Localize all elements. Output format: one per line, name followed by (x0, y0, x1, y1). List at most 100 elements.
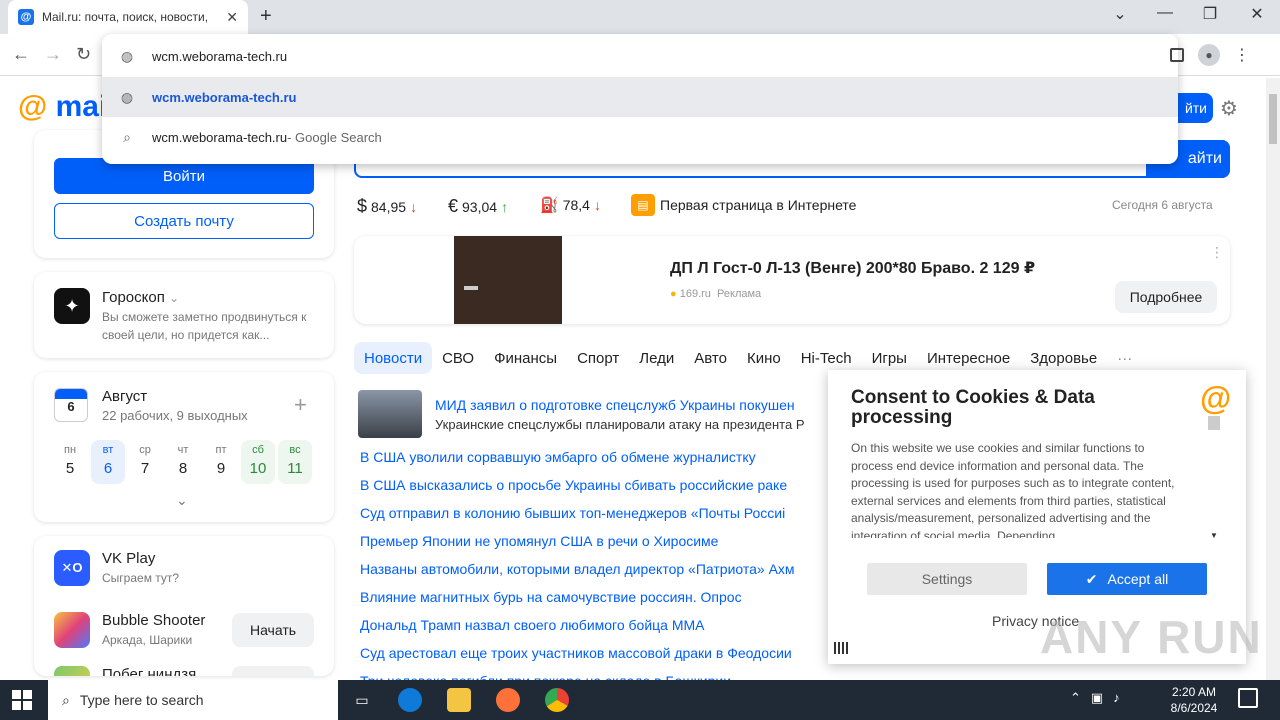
news-item[interactable]: Суд арестовал еще троих участников массо… (360, 645, 826, 661)
checkmark-icon: ✔ (1085, 570, 1098, 587)
sparkle-icon: ✦ (54, 288, 90, 324)
calendar-day[interactable]: пн 5 (53, 440, 87, 484)
tab-strip: @ Mail.ru: почта, поиск, новости, ✕ + ⌄ … (0, 0, 1280, 34)
file-explorer-icon[interactable] (447, 688, 471, 712)
news-item[interactable]: Премьер Японии не упомянул США в речи о … (360, 533, 826, 549)
eur-rate[interactable]: €93,04 ↑ (448, 196, 508, 217)
taskbar-search-placeholder: Type here to search (79, 692, 204, 708)
start-game-button[interactable]: Начать (232, 613, 314, 647)
taskbar-search[interactable]: ⌕ Type here to search (48, 680, 338, 720)
game-title[interactable]: Bubble Shooter (102, 612, 205, 629)
logo-text: mai (55, 90, 108, 123)
consent-scrollbar[interactable]: ▼ (1208, 416, 1220, 540)
tab-sport[interactable]: Спорт (567, 342, 629, 374)
volume-icon[interactable]: ♪ (1113, 690, 1120, 706)
edge-icon[interactable] (398, 688, 422, 712)
ad-title[interactable]: ДП Л Гост-0 Л-13 (Венге) 200*80 Браво. 2… (670, 258, 1035, 278)
calendar-day-weekend[interactable]: сб 10 (241, 440, 275, 484)
clock-time: 2:20 AM (1171, 685, 1217, 699)
chevron-down-icon: ⌄ (169, 291, 180, 305)
omnibox-dropdown: ◍ wcm.weborama-tech.ru ◍ wcm.weborama-te… (102, 34, 1178, 164)
news-item[interactable]: Суд отправил в колонию бывших топ-менедж… (360, 505, 826, 521)
usd-rate[interactable]: $84,95 ↓ (357, 196, 417, 217)
start-game-button[interactable]: Н (232, 666, 314, 676)
calendar-day[interactable]: чт 8 (166, 440, 200, 484)
game-title[interactable]: Побег ниндзя (102, 666, 196, 676)
add-event-button[interactable]: + (294, 392, 307, 418)
taskbar-clock[interactable]: 2:20 AM 8/6/2024 (1168, 684, 1220, 716)
news-summary: Украинские спецслужбы планировали атаку … (435, 417, 805, 432)
oil-barrel-icon: ⛽ (540, 197, 559, 214)
menu-kebab-icon[interactable]: ⋮ (1234, 45, 1250, 65)
network-icon[interactable]: ▣ (1091, 690, 1103, 706)
minimize-button[interactable]: — (1145, 4, 1185, 22)
news-item[interactable]: В США уволили сорвавшую эмбарго об обмен… (360, 449, 826, 465)
vk-play-title[interactable]: VK Play (102, 550, 155, 567)
vk-play-icon: ✕O (54, 550, 90, 586)
chrome-icon[interactable] (545, 688, 569, 712)
calendar-day[interactable]: ср 7 (128, 440, 162, 484)
calendar-month: Август (102, 388, 148, 405)
accept-all-button[interactable]: ✔ Accept all (1047, 563, 1207, 595)
first-page-link[interactable]: Первая страница в Интернете (660, 197, 856, 213)
ad-banner[interactable]: ДП Л Гост-0 Л-13 (Венге) 200*80 Браво. 2… (354, 236, 1230, 324)
reload-icon[interactable]: ↻ (76, 44, 91, 65)
news-headline[interactable]: МИД заявил о подготовке спецслужб Украин… (435, 397, 826, 413)
create-mail-button[interactable]: Создать почту (54, 203, 314, 239)
news-item[interactable]: Влияние магнитных бурь на самочувствие р… (360, 589, 826, 605)
chevron-up-icon[interactable]: ⌃ (1070, 690, 1081, 706)
anyrun-watermark: ANY RUN (1040, 611, 1263, 663)
arrow-down-icon: ↓ (593, 197, 601, 213)
browser-tab[interactable]: @ Mail.ru: почта, поиск, новости, ✕ (8, 0, 248, 34)
consent-text: On this website we use cookies and simil… (851, 441, 1175, 538)
news-item[interactable]: Названы автомобили, которыми владел дире… (360, 561, 826, 577)
notification-icon[interactable] (1238, 688, 1258, 708)
new-tab-button[interactable]: + (260, 5, 272, 28)
close-window-button[interactable]: ✕ (1237, 4, 1277, 24)
suggestion-search[interactable]: ⌕ wcm.weborama-tech.ru - Google Search (102, 117, 1178, 157)
qr-icon (834, 642, 850, 654)
forward-icon[interactable]: → (44, 44, 62, 65)
mailru-logo[interactable]: @ mai (18, 90, 107, 124)
calendar-card: 6 Август 22 рабочих, 9 выходных + пн 5 вт… (34, 372, 334, 522)
ad-more-button[interactable]: Подробнее (1115, 281, 1217, 313)
tab-search-icon[interactable]: ⌄ (1100, 4, 1140, 24)
globe-icon: ◍ (120, 88, 134, 105)
search-icon: ⌕ (62, 691, 70, 708)
side-panel-icon[interactable] (1170, 48, 1184, 62)
settings-button[interactable]: Settings (867, 563, 1027, 595)
news-photo[interactable] (358, 390, 422, 438)
tab-kino[interactable]: Кино (737, 342, 791, 374)
profile-avatar-icon[interactable]: ● (1198, 44, 1220, 66)
gear-icon[interactable]: ⚙ (1220, 96, 1238, 121)
more-options-icon[interactable]: ⋮ (1210, 244, 1224, 261)
tab-finance[interactable]: Финансы (484, 342, 567, 374)
calendar-day-today[interactable]: вт 6 (91, 440, 125, 484)
firefox-icon[interactable] (496, 688, 520, 712)
horoscope-card[interactable]: ✦ Гороскоп ⌄ Вы сможете заметно продвину… (34, 272, 334, 358)
address-bar[interactable]: ◍ wcm.weborama-tech.ru (102, 36, 1178, 76)
chevron-down-icon[interactable]: ⌄ (176, 492, 188, 509)
address-input[interactable]: wcm.weborama-tech.ru (152, 49, 287, 64)
usd-value: 84,95 (371, 198, 407, 215)
tab-news[interactable]: Новости (354, 342, 433, 374)
task-view-icon[interactable]: ▭ (350, 688, 374, 712)
page-scrollbar[interactable] (1266, 78, 1280, 680)
calendar-day-weekend[interactable]: вс 11 (278, 440, 312, 484)
windows-start-icon[interactable] (12, 690, 32, 710)
restore-button[interactable]: ❐ (1190, 4, 1230, 24)
news-item[interactable]: В США высказались о просьбе Украины сбив… (360, 477, 826, 493)
close-tab-icon[interactable]: ✕ (226, 9, 238, 26)
oil-rate[interactable]: ⛽ 78,4 ↓ (540, 196, 601, 214)
tab-title: Mail.ru: почта, поиск, новости, (42, 10, 209, 24)
tab-auto[interactable]: Авто (684, 342, 737, 374)
tab-lady[interactable]: Леди (629, 342, 684, 374)
back-icon[interactable]: ← (12, 44, 30, 65)
suggestion-url[interactable]: ◍ wcm.weborama-tech.ru (102, 77, 1178, 117)
logo-at: @ (18, 90, 48, 123)
calendar-day[interactable]: пт 9 (204, 440, 238, 484)
ad-source: ● 169.ru Реклама (670, 288, 762, 300)
news-item[interactable]: Дональд Трамп назвал своего любимого бой… (360, 617, 826, 633)
tab-svo[interactable]: СВО (432, 342, 484, 374)
consent-title: Consent to Cookies & Data processing (851, 387, 1095, 428)
